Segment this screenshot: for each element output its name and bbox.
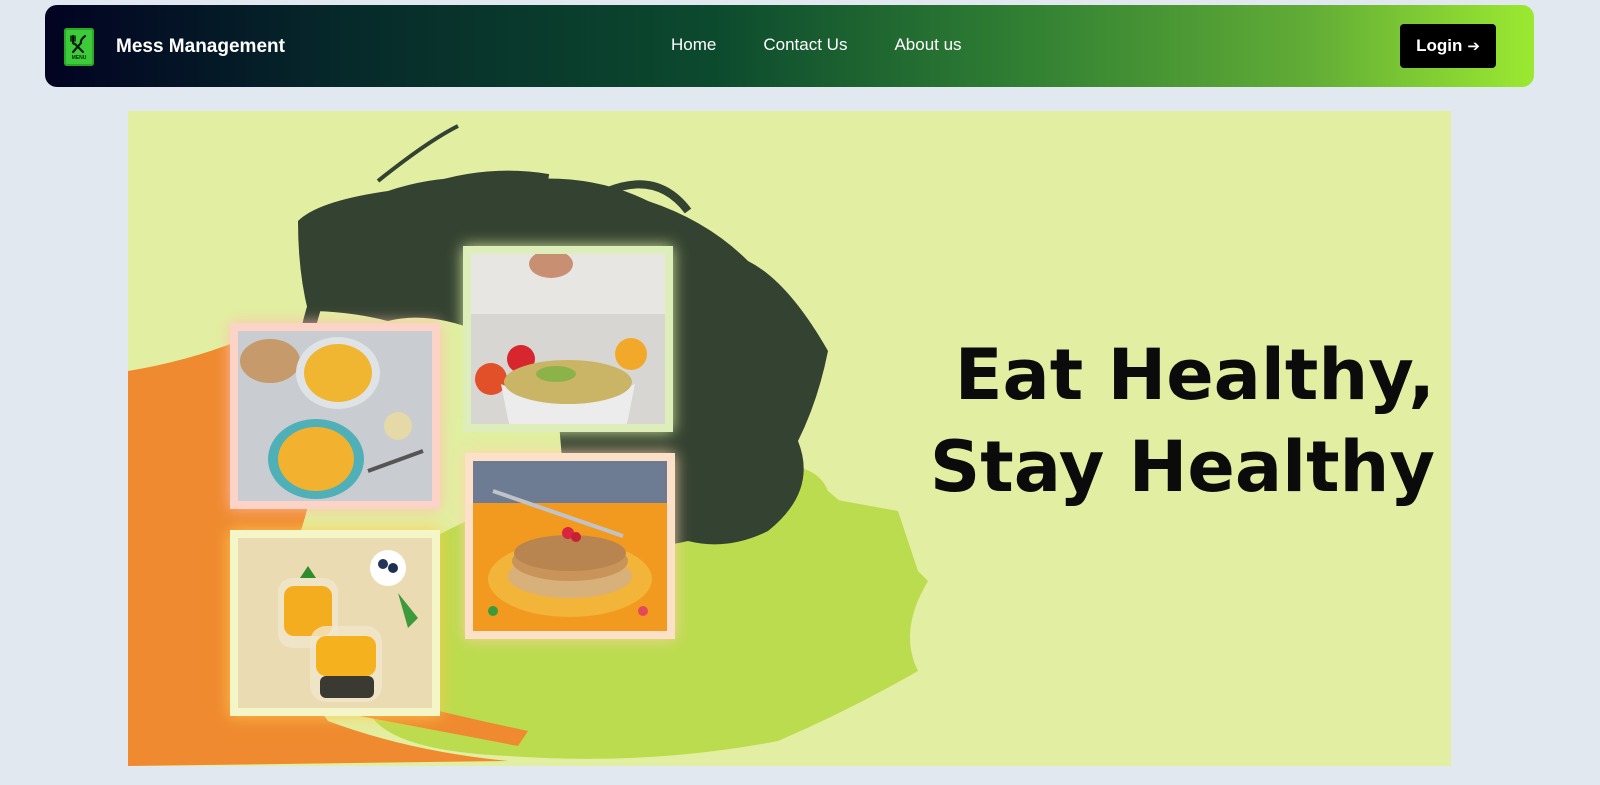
brand-name: Mess Management [116,36,285,57]
navbar: MENU Mess Management Home Contact Us Abo… [45,5,1534,87]
pancake-stack-photo [465,453,675,639]
mango-parfait-image [238,538,432,708]
hero-tagline: Eat Healthy, Stay Healthy [930,329,1435,513]
logo-caption: MENU [71,54,87,61]
brand[interactable]: MENU Mess Management [64,27,285,67]
nav-home-link[interactable]: Home [671,35,716,55]
nav-contact-link[interactable]: Contact Us [763,35,847,55]
salad-bowl-photo [463,246,673,432]
salad-bowl-image [471,250,665,424]
arrow-right-icon: ➔ [1467,38,1480,55]
dark-splash-arc-2 [376,124,459,183]
hero-banner: Eat Healthy, Stay Healthy [128,111,1451,766]
login-button[interactable]: Login ➔ [1400,24,1496,68]
soup-bowls-photo [230,323,440,509]
pancake-stack-image [473,461,667,631]
tagline-line-1: Eat Healthy, [954,334,1435,416]
soup-bowls-image [238,331,432,501]
nav-about-link[interactable]: About us [894,35,961,55]
login-label: Login [1416,36,1463,55]
menu-book-icon: MENU [64,28,94,66]
nav-links: Home Contact Us About us [671,35,1009,55]
tagline-line-2: Stay Healthy [929,426,1435,508]
fork-knife-icon [70,34,87,53]
mango-parfait-photo [230,530,440,716]
